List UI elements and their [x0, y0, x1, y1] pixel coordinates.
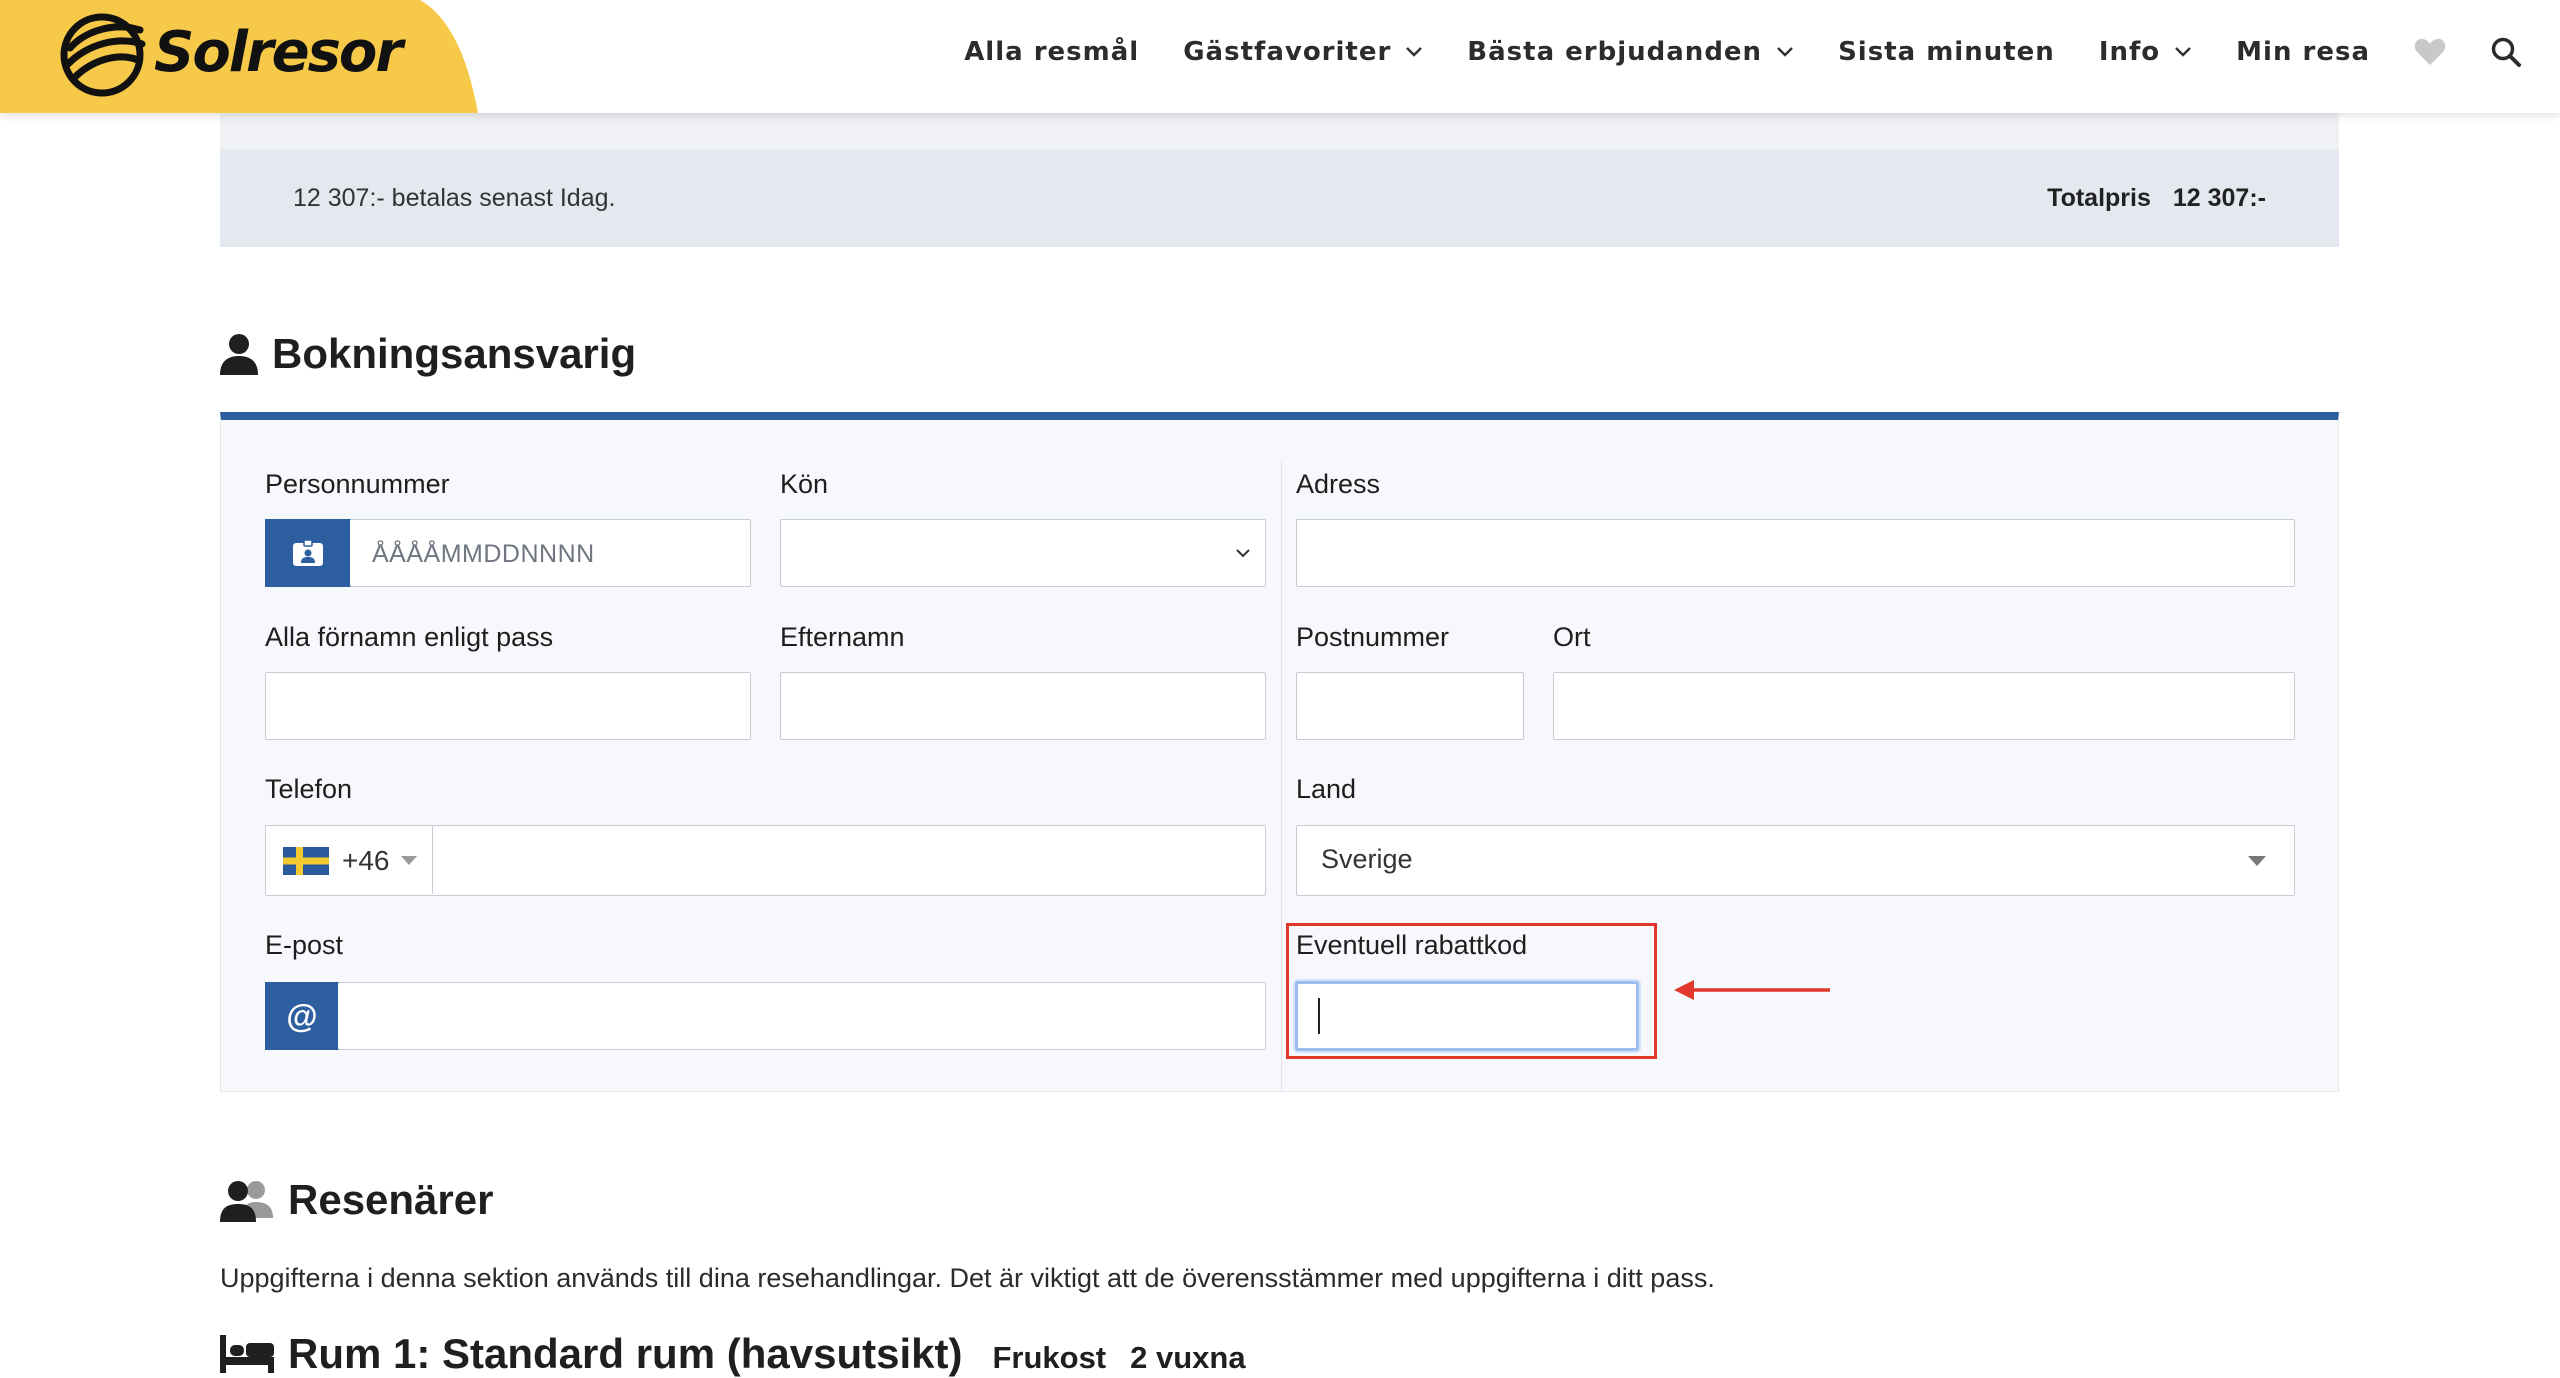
personnummer-input[interactable]: ÅÅÅÅMMDDNNNN [350, 519, 751, 587]
nav-basta-erbjudanden[interactable]: Bästa erbjudanden [1467, 37, 1794, 67]
adress-input[interactable] [1296, 519, 2295, 587]
nav-label: Sista minuten [1838, 37, 2055, 67]
person-icon [220, 333, 258, 375]
main-nav: Alla resmål Gästfavoriter Bästa erbjudan… [920, 0, 2522, 104]
sun-logo-icon [60, 13, 146, 97]
room-title: Rum 1: Standard rum (havsutsikt) [288, 1330, 963, 1377]
room-heading: Rum 1: Standard rum (havsutsikt) Frukost… [220, 1330, 1246, 1378]
nav-label: Bästa erbjudanden [1467, 37, 1763, 67]
logo[interactable]: Solresor [0, 0, 480, 113]
summary-strip [220, 113, 2339, 150]
land-value: Sverige [1321, 844, 1413, 874]
nav-info[interactable]: Info [2099, 37, 2192, 67]
booker-heading-text: Bokningsansvarig [272, 330, 637, 377]
chevron-down-icon [1235, 546, 1251, 564]
epost-input[interactable] [338, 982, 1266, 1050]
form-column-divider [1281, 462, 1282, 1090]
bed-icon [220, 1335, 274, 1373]
arrow-left-icon [1674, 980, 1830, 1000]
at-sign: @ [286, 997, 318, 1034]
total-price: Totalpris 12 307:- [2047, 184, 2266, 213]
ort-label: Ort [1553, 622, 1591, 652]
id-card-icon [265, 519, 351, 587]
fornamn-input[interactable] [265, 672, 751, 740]
rabattkod-label: Eventuell rabattkod [1296, 930, 1528, 960]
efternamn-label: Efternamn [780, 622, 905, 652]
chevron-down-icon [2174, 46, 2192, 58]
chevron-down-icon [1405, 46, 1423, 58]
rabattkod-input[interactable] [1295, 981, 1639, 1051]
adress-label: Adress [1296, 469, 1381, 499]
nav-label: Min resa [2236, 37, 2370, 67]
kon-label: Kön [780, 469, 829, 499]
travelers-heading: Resenärer [220, 1176, 493, 1224]
postnummer-label: Postnummer [1296, 622, 1450, 652]
travelers-heading-text: Resenärer [288, 1176, 494, 1223]
text-cursor [1318, 998, 1320, 1034]
personnummer-placeholder: ÅÅÅÅMMDDNNNN [372, 540, 595, 568]
country-code: +46 [342, 845, 390, 876]
nav-alla-resmal[interactable]: Alla resmål [964, 37, 1139, 67]
nav-label: Gästfavoriter [1183, 37, 1392, 67]
nav-gastfavoriter[interactable]: Gästfavoriter [1183, 37, 1423, 67]
logo-text: Solresor [154, 20, 403, 85]
personnummer-label: Personnummer [265, 469, 450, 499]
total-label: Totalpris [2047, 184, 2151, 212]
payment-due-text: 12 307:- betalas senast Idag. [293, 184, 616, 212]
chevron-down-icon [1776, 46, 1794, 58]
users-icon [220, 1178, 274, 1222]
sweden-flag-icon [283, 847, 329, 875]
telefon-field: +46 [265, 825, 1266, 896]
room-guests: 2 vuxna [1130, 1340, 1246, 1375]
postnummer-input[interactable] [1296, 672, 1524, 740]
telefon-label: Telefon [265, 774, 353, 804]
country-code-dropdown[interactable]: +46 [266, 826, 433, 894]
epost-label: E-post [265, 930, 344, 960]
price-summary: 12 307:- betalas senast Idag. Totalpris 1… [220, 150, 2339, 247]
nav-min-resa[interactable]: Min resa [2236, 37, 2370, 67]
travelers-intro: Uppgifterna i denna sektion används till… [220, 1263, 1715, 1293]
nav-label: Info [2098, 37, 2161, 67]
booker-heading: Bokningsansvarig [220, 330, 636, 378]
kon-select[interactable] [780, 519, 1266, 587]
caret-down-icon [2248, 856, 2266, 866]
caret-down-icon [401, 856, 417, 865]
search-icon[interactable] [2490, 36, 2522, 68]
nav-sista-minuten[interactable]: Sista minuten [1838, 37, 2055, 67]
total-value: 12 307:- [2172, 184, 2266, 212]
efternamn-input[interactable] [780, 672, 1266, 740]
nav-label: Alla resmål [964, 37, 1140, 67]
ort-input[interactable] [1553, 672, 2295, 740]
room-board: Frukost [992, 1340, 1107, 1375]
fornamn-label: Alla förnamn enligt pass [265, 622, 554, 652]
land-select[interactable]: Sverige [1296, 825, 2295, 896]
land-label: Land [1296, 774, 1357, 804]
at-sign-icon: @ [265, 982, 339, 1050]
site-header: Solresor Alla resmål Gästfavoriter Bästa… [0, 0, 2560, 113]
heart-icon[interactable] [2414, 38, 2446, 66]
